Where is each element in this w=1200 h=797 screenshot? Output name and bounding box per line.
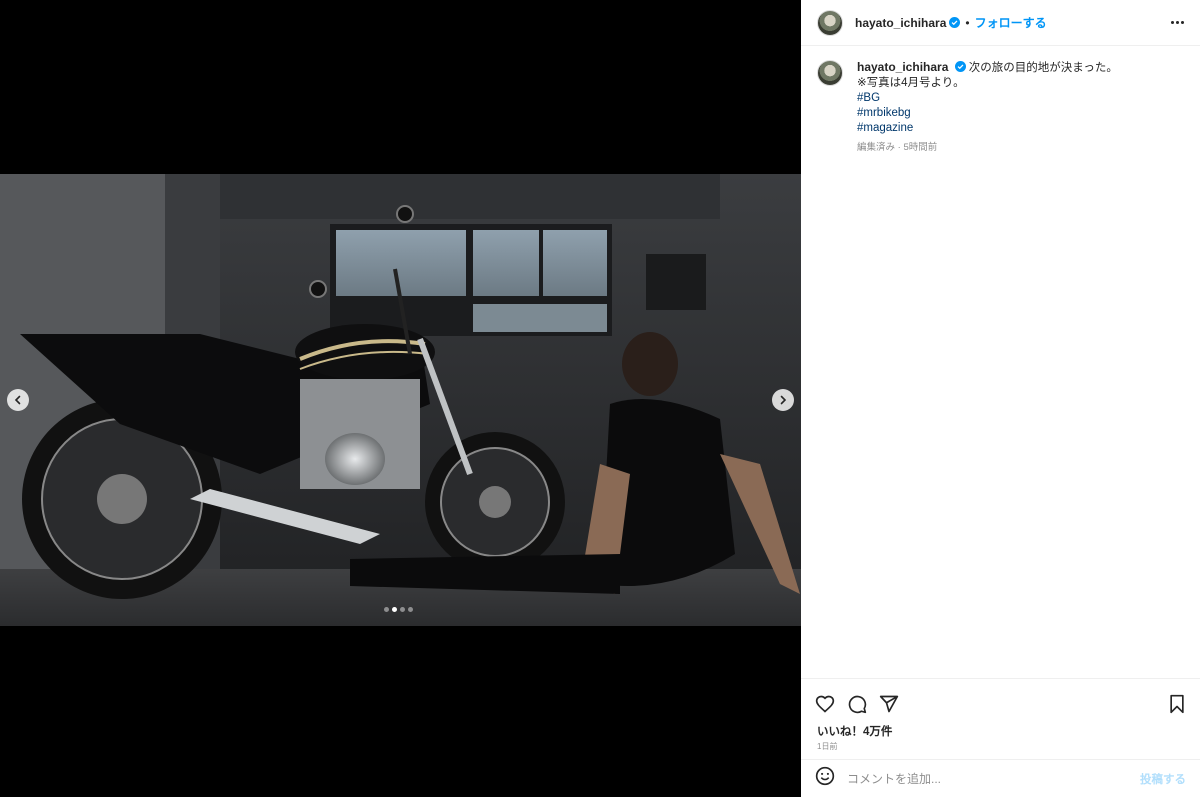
save-bookmark-icon[interactable] [1168,694,1186,714]
hashtag-link[interactable]: #mrbikebg [857,106,1118,121]
comment-icon[interactable] [847,694,867,714]
comment-box: 投稿する [801,759,1200,797]
hashtag-link[interactable]: #magazine [857,121,1118,136]
post-comment-button[interactable]: 投稿する [1140,771,1186,787]
hashtag-link[interactable]: #BG [857,91,1118,106]
carousel-dot-active [392,607,397,612]
follow-button[interactable]: フォローする [975,14,1047,31]
verified-badge-icon [954,61,966,72]
caption-meta: 編集済み · 5時間前 [857,142,938,153]
verified-badge-icon [949,17,961,28]
caption-line-1: 次の旅の目的地が決まった。 [968,62,1118,74]
previous-photo-button[interactable] [7,389,29,411]
carousel-dots [384,607,413,612]
comment-input[interactable] [847,771,1140,786]
chevron-left-icon [14,395,21,405]
caption-body: hayato_ichihara 次の旅の目的地が決まった。 ※写真は4月号より。… [857,60,1118,155]
next-photo-button[interactable] [772,389,794,411]
carousel-dot [408,607,413,612]
caption-line-2: ※写真は4月号より。 [857,77,965,89]
chevron-right-icon [780,395,787,405]
carousel-dot [400,607,405,612]
header-separator: • [965,15,970,30]
engagement-section: いいね！4万件 1日前 [801,678,1200,752]
more-options-icon[interactable] [1171,21,1184,24]
like-count[interactable]: いいね！4万件 [801,719,1200,739]
motorcycle-photo [0,174,801,626]
share-icon[interactable] [879,694,899,714]
post-date: 1日前 [817,742,838,751]
author-username[interactable]: hayato_ichihara [855,16,946,30]
post-side-panel: hayato_ichihara • フォローする hayato_ichihara… [801,0,1200,797]
caption-username[interactable]: hayato_ichihara [857,60,948,74]
post-photo[interactable] [0,174,801,626]
post-caption: hayato_ichihara 次の旅の目的地が決まった。 ※写真は4月号より。… [801,46,1200,155]
action-bar [801,679,1200,719]
author-avatar[interactable] [817,9,843,36]
emoji-icon[interactable] [815,766,835,791]
caption-avatar[interactable] [817,60,843,86]
carousel-dot [384,607,389,612]
post-media-pane [0,0,801,797]
like-icon[interactable] [815,694,835,714]
post-header: hayato_ichihara • フォローする [801,0,1200,46]
